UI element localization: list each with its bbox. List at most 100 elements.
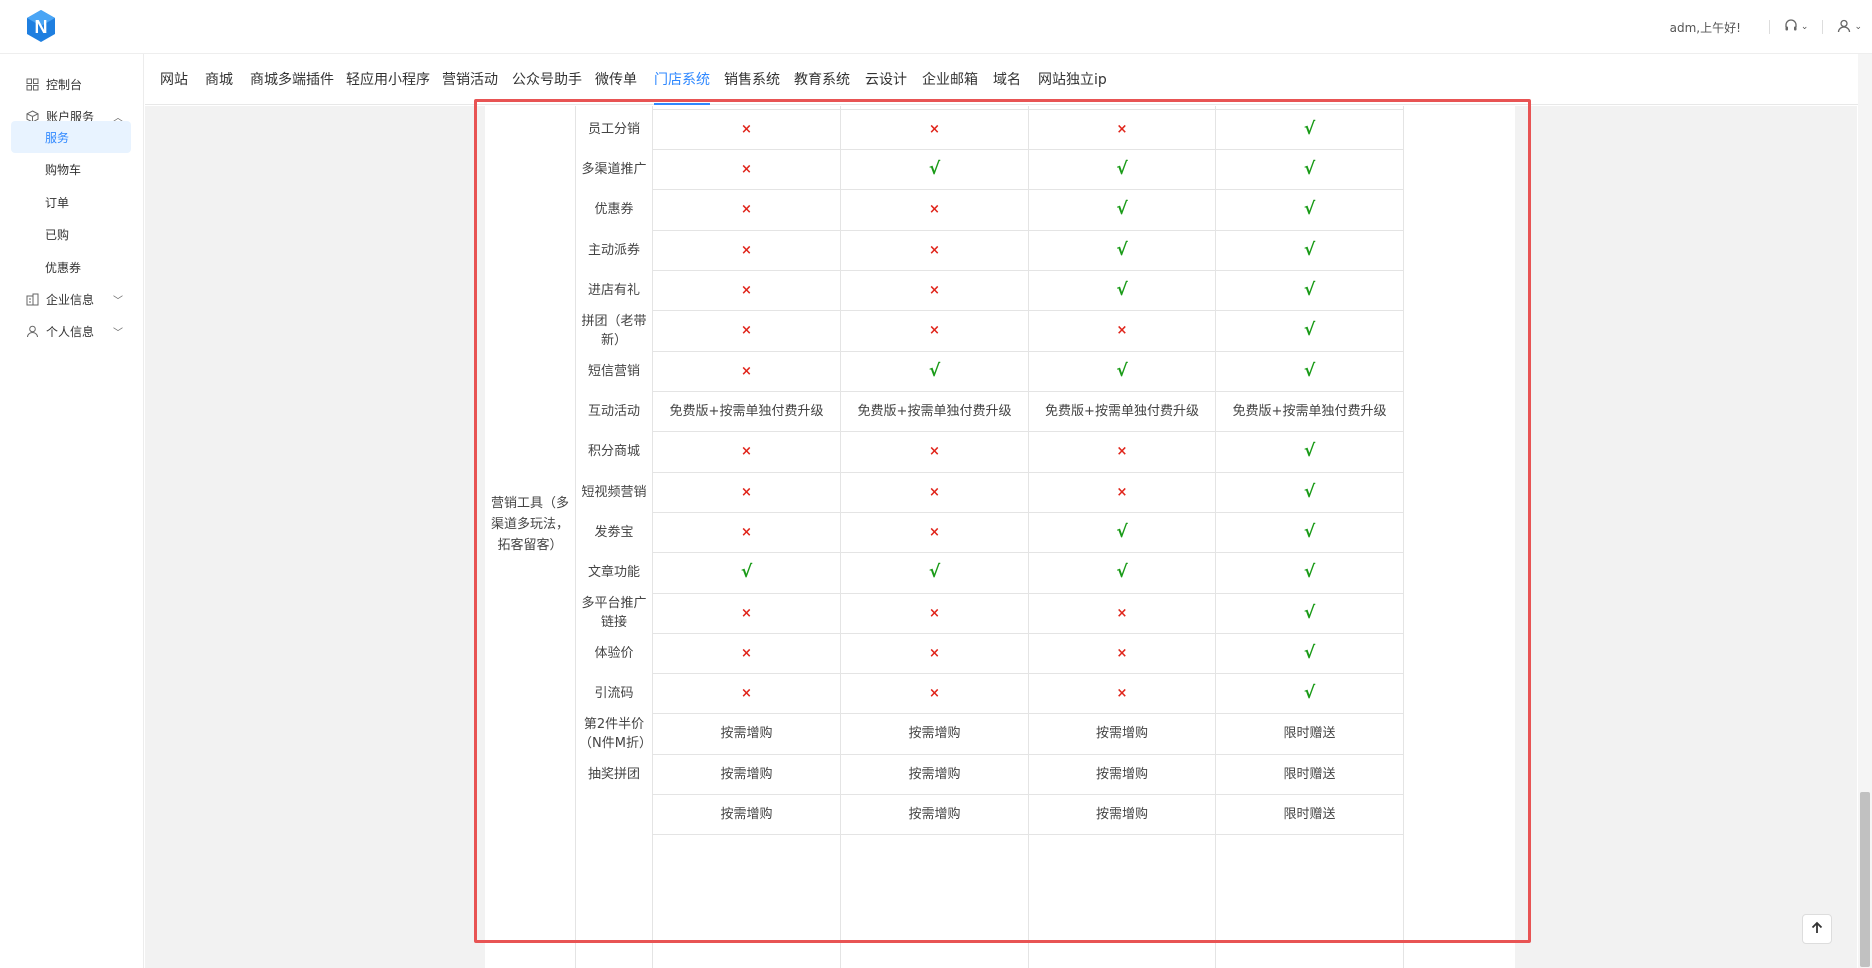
tab-mall-multi-plugin[interactable]: 商城多端插件 — [250, 54, 334, 105]
plan-value: × — [841, 673, 1028, 713]
feature-name: 体验价 — [594, 645, 634, 661]
sidebar-item-label: 个人信息 — [46, 324, 95, 339]
headset-icon — [1784, 18, 1798, 36]
check-mark: √ — [1116, 360, 1128, 381]
sidebar-group-company-info[interactable]: 企业信息 ﹀ — [11, 283, 131, 315]
cross-mark: × — [741, 685, 752, 701]
sidebar-item-cart[interactable]: 购物车 — [11, 153, 131, 185]
plan-value: √ — [1216, 230, 1403, 270]
cross-mark: × — [1116, 645, 1128, 661]
sidebar: 控制台 账户服务 ︿ 服务 购物车 订单 已购 优惠券 企业信息 ﹀ 个人信息 … — [0, 54, 144, 968]
cross-mark: × — [929, 524, 940, 540]
check-mark: √ — [1116, 562, 1128, 582]
plan-value: 按需增购 — [653, 713, 840, 754]
plan-value: 按需增购 — [841, 713, 1028, 754]
check-mark: √ — [1303, 441, 1316, 461]
tab-website[interactable]: 网站 — [160, 54, 188, 105]
tab-cloud-design[interactable]: 云设计 — [865, 54, 907, 105]
check-mark: √ — [1303, 239, 1316, 260]
sidebar-item-coupons[interactable]: 优惠券 — [11, 251, 131, 283]
cross-mark: × — [741, 484, 752, 500]
sidebar-item-label: 购物车 — [45, 162, 82, 177]
tab-mini-program[interactable]: 轻应用小程序 — [346, 54, 430, 105]
building-icon — [24, 291, 40, 307]
cross-mark: × — [929, 323, 940, 338]
value-text: 免费版+按需单独付费升级 — [857, 403, 1012, 419]
value-text: 按需增购 — [908, 766, 961, 782]
value-text: 按需增购 — [720, 806, 773, 822]
plan-value: × — [841, 270, 1028, 310]
cross-mark: × — [929, 202, 940, 217]
cross-mark: × — [929, 605, 940, 621]
check-mark: √ — [1303, 481, 1316, 502]
check-mark: √ — [1116, 239, 1128, 260]
chevron-down-icon: ⌄ — [1800, 22, 1809, 32]
check-mark: √ — [1303, 521, 1316, 542]
plan-value: × — [653, 633, 840, 673]
plan-value: 按需增购 — [1029, 754, 1215, 794]
feature-name: 引流码 — [594, 685, 634, 701]
check-mark: √ — [1303, 279, 1316, 300]
feature-name: 员工分销 — [587, 121, 640, 137]
cross-mark: × — [1116, 121, 1128, 137]
user-icon — [1837, 19, 1851, 36]
feature-name: 文章功能 — [587, 565, 640, 580]
value-text: 按需增购 — [1095, 766, 1148, 782]
scrollbar-thumb[interactable] — [1860, 792, 1870, 967]
feature-name: 多渠道推广 — [581, 161, 647, 177]
sidebar-group-personal-info[interactable]: 个人信息 ﹀ — [11, 315, 131, 347]
check-mark: √ — [1303, 642, 1316, 663]
plan-value: 按需增购 — [653, 794, 840, 834]
plan-value: 按需增购 — [1029, 713, 1215, 754]
feature-name: 短信营销 — [587, 363, 640, 379]
sidebar-item-label: 控制台 — [46, 77, 83, 92]
plan-value: × — [653, 270, 840, 310]
plan-value: × — [653, 310, 840, 351]
value-text: 限时赠送 — [1283, 806, 1336, 822]
feature-name: 发劵宝 — [594, 524, 634, 540]
tab-micro-flyer[interactable]: 微传单 — [595, 54, 637, 105]
plan-value: × — [841, 310, 1028, 351]
check-mark: √ — [1303, 199, 1316, 219]
sidebar-item-purchased[interactable]: 已购 — [11, 218, 131, 250]
cross-mark: × — [929, 121, 940, 137]
logo[interactable]: N — [24, 9, 58, 43]
value-text: 限时赠送 — [1283, 726, 1336, 741]
user-dropdown[interactable]: ⌄ — [1837, 19, 1862, 36]
plan-value: × — [841, 593, 1028, 633]
plan-value: 按需增购 — [841, 794, 1028, 834]
check-mark: √ — [928, 360, 941, 381]
header-actions: adm,上午好! ⌄ ⌄ — [1670, 0, 1862, 54]
plan-value: × — [653, 593, 840, 633]
plan-value: × — [653, 189, 840, 230]
support-dropdown[interactable]: ⌄ — [1784, 18, 1809, 36]
tab-education[interactable]: 教育系统 — [794, 54, 850, 105]
arrow-up-icon — [1810, 920, 1824, 939]
sidebar-item-services[interactable]: 服务 — [11, 121, 131, 153]
tab-sales-system[interactable]: 销售系统 — [724, 54, 780, 105]
plan-value: √ — [1216, 310, 1403, 351]
cross-mark: × — [1116, 605, 1128, 621]
tab-domain[interactable]: 域名 — [993, 54, 1021, 105]
tab-enterprise-mail[interactable]: 企业邮箱 — [922, 54, 978, 105]
main-content: 营销工具（多渠道多玩法，拓客留客） × × × √ 员工分销 × × × √ 多渠道推广 × √ √ √ 优… — [145, 106, 1857, 968]
back-to-top-button[interactable] — [1802, 914, 1832, 944]
tab-marketing[interactable]: 营销活动 — [442, 54, 498, 105]
plan-value: × — [653, 431, 840, 472]
sidebar-item-orders[interactable]: 订单 — [11, 186, 131, 218]
tab-wechat-assistant[interactable]: 公众号助手 — [512, 54, 582, 105]
tab-store-system[interactable]: 门店系统 — [654, 54, 710, 105]
value-text: 免费版+按需单独付费升级 — [1045, 403, 1199, 419]
tab-dedicated-ip[interactable]: 网站独立ip — [1038, 54, 1107, 105]
plan-value: √ — [1216, 552, 1403, 593]
tab-mall[interactable]: 商城 — [205, 54, 233, 105]
check-mark: √ — [1303, 602, 1316, 623]
person-icon — [24, 323, 40, 339]
product-tabs: 网站 商城 商城多端插件 轻应用小程序 营销活动 公众号助手 微传单 门店系统 … — [145, 54, 1872, 105]
scrollbar[interactable] — [1858, 54, 1872, 968]
sidebar-item-dashboard[interactable]: 控制台 — [11, 68, 131, 100]
plan-value: 限时赠送 — [1216, 754, 1403, 794]
cross-mark: × — [929, 444, 940, 459]
plan-value: √ — [653, 552, 840, 593]
plan-value: × — [841, 633, 1028, 673]
